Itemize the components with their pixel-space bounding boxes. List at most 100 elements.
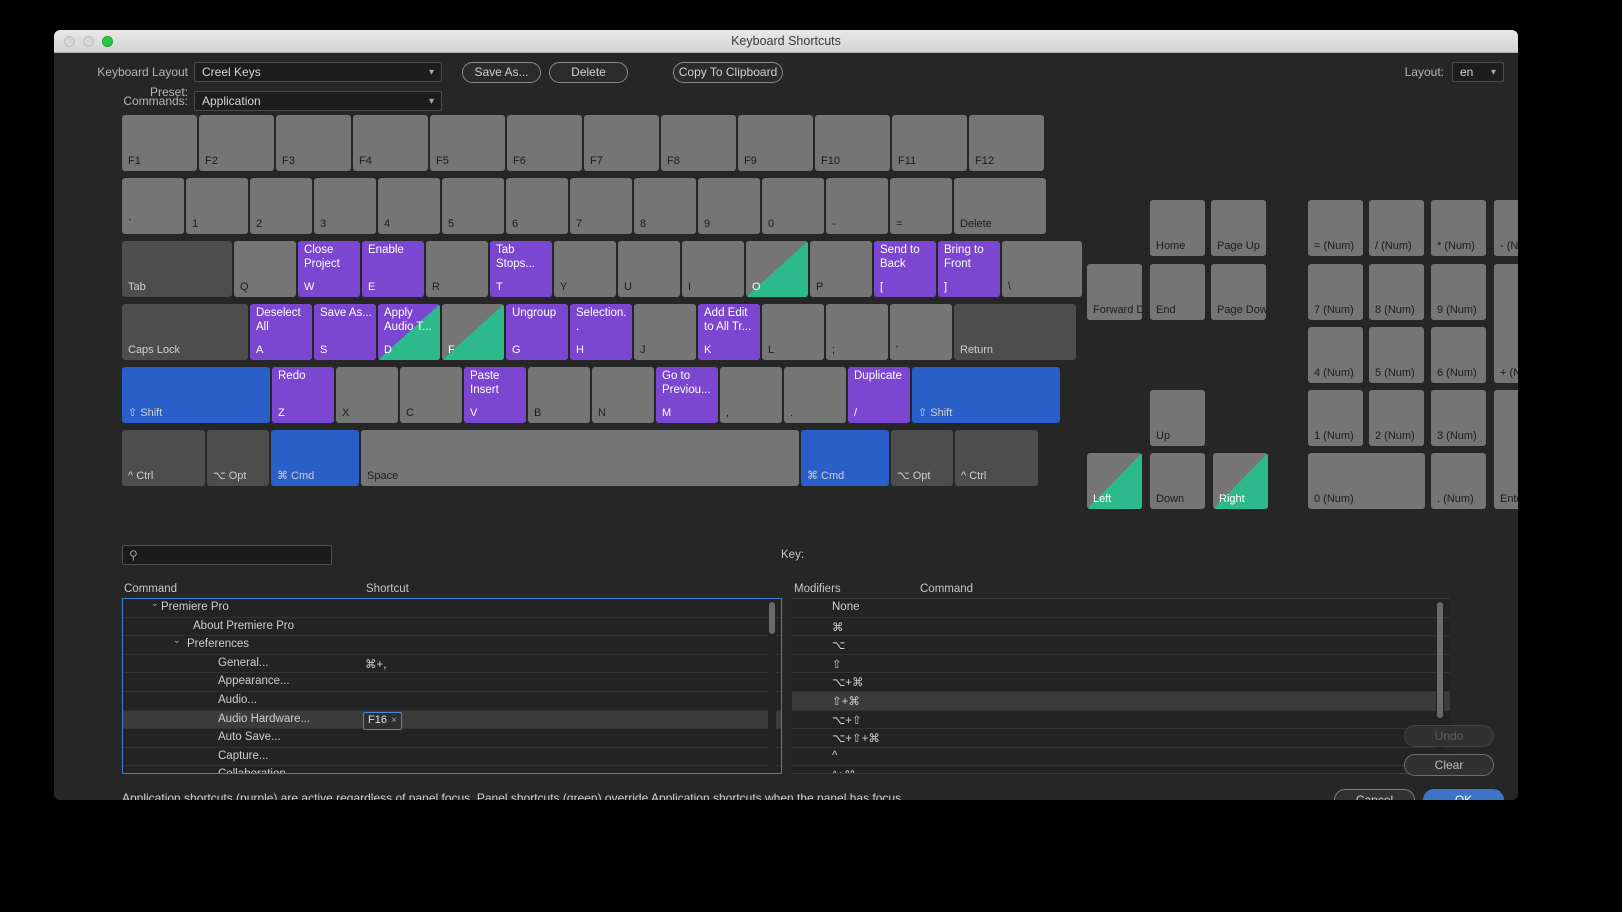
home-row-[interactable]: ; [826,304,888,360]
number-row-1[interactable]: 1 [186,178,248,234]
numpad-num[interactable]: = (Num) [1308,200,1363,256]
home-row-j[interactable]: J [634,304,696,360]
number-row-6[interactable]: 6 [506,178,568,234]
qwerty-row-t[interactable]: Tab Stops... T [490,241,552,297]
number-row-5[interactable]: 5 [442,178,504,234]
shift-row-v[interactable]: Paste Insert V [464,367,526,423]
close-icon[interactable]: × [391,715,397,726]
modifier-row[interactable]: ⌘ [792,618,1450,637]
numpad-9-num[interactable]: 9 (Num) [1431,264,1486,320]
number-row-8[interactable]: 8 [634,178,696,234]
qwerty-row-r[interactable]: R [426,241,488,297]
qwerty-row-w[interactable]: Close Project W [298,241,360,297]
command-row[interactable]: About Premiere Pro [123,618,781,637]
qwerty-row-e[interactable]: Enable E [362,241,424,297]
numpad-4-num[interactable]: 4 (Num) [1308,327,1363,383]
home-row-caps-lock[interactable]: Caps Lock [122,304,248,360]
nav-home[interactable]: Home [1150,200,1205,256]
modifier-row[interactable]: ⇧ [792,655,1450,674]
qwerty-row-i[interactable]: I [682,241,744,297]
scrollbar-thumb[interactable] [769,602,775,634]
modifier-row[interactable]: ⇧+⌘ [792,691,1450,711]
qwerty-row-[interactable]: Bring to Front] [938,241,1000,297]
shortcut-chip[interactable]: F16 × [363,711,402,730]
function-row-f7[interactable]: F7 [584,115,659,171]
command-list-scrollbar[interactable] [768,602,776,770]
qwerty-row-tab[interactable]: Tab [122,241,232,297]
numpad-num[interactable]: * (Num) [1431,200,1486,256]
nav-forward-delete[interactable]: Forward Delete [1087,264,1142,320]
number-row-[interactable]: = [890,178,952,234]
nav-right[interactable]: Right [1213,453,1268,509]
home-row-k[interactable]: Add Edit to All Tr... K [698,304,760,360]
numpad-num[interactable]: - (Num) [1494,200,1518,256]
home-row-a[interactable]: Deselect All A [250,304,312,360]
modifier-row[interactable]: ⌥+⇧ [792,711,1450,730]
modifier-row-cmd[interactable]: ⌘ Cmd [801,430,889,486]
command-row[interactable]: Appearance... [123,673,781,692]
number-row-7[interactable]: 7 [570,178,632,234]
home-row-s[interactable]: Save As... S [314,304,376,360]
shift-row-[interactable]: . [784,367,846,423]
function-row-f11[interactable]: F11 [892,115,967,171]
command-row[interactable]: Audio... [123,692,781,711]
function-row-f6[interactable]: F6 [507,115,582,171]
search-box[interactable]: ⚲ [122,545,332,565]
shift-row-m[interactable]: Go to Previou... M [656,367,718,423]
modifier-row-ctrl[interactable]: ^ Ctrl [955,430,1038,486]
command-row[interactable]: General... ⌘+, [123,655,781,674]
number-row-4[interactable]: 4 [378,178,440,234]
home-row-[interactable]: ' [890,304,952,360]
layout-select[interactable]: en ▾ [1452,62,1504,82]
modifier-row[interactable]: ⌥ [792,636,1450,655]
numpad-num[interactable]: / (Num) [1369,200,1424,256]
shift-row-c[interactable]: C [400,367,462,423]
modifier-row[interactable]: ^ [792,748,1450,767]
command-row[interactable]: ⌄ Preferences [123,635,781,655]
save-as-button[interactable]: Save As... [462,62,541,83]
function-row-f3[interactable]: F3 [276,115,351,171]
modifier-row[interactable]: ^+⌘ [792,766,1450,773]
home-row-f[interactable]: F [442,304,504,360]
shift-row-[interactable]: Duplicate / [848,367,910,423]
undo-button[interactable]: Undo [1404,725,1494,747]
qwerty-row-o[interactable]: O [746,241,808,297]
home-row-return[interactable]: Return [954,304,1076,360]
shift-row-n[interactable]: N [592,367,654,423]
function-row-f10[interactable]: F10 [815,115,890,171]
modifier-row-cmd[interactable]: ⌘ Cmd [271,430,359,486]
nav-end[interactable]: End [1150,264,1205,320]
command-row[interactable]: Auto Save... [123,729,781,748]
home-row-d[interactable]: Apply Audio T... D [378,304,440,360]
qwerty-row-[interactable]: Send to Back [ [874,241,936,297]
number-row-[interactable]: ` [122,178,184,234]
shift-row-[interactable]: , [720,367,782,423]
qwerty-row-[interactable]: \ [1002,241,1082,297]
copy-to-clipboard-button[interactable]: Copy To Clipboard [673,62,783,83]
function-row-f12[interactable]: F12 [969,115,1044,171]
number-row-[interactable]: - [826,178,888,234]
home-row-h[interactable]: Selection.. H [570,304,632,360]
modifier-row[interactable]: ⌥+⇧+⌘ [792,729,1450,748]
keyboard-layout-preset-select[interactable]: Creel Keys ▾ [194,62,442,82]
nav-down[interactable]: Down [1150,453,1205,509]
numpad-enter-num[interactable]: Enter (Num) [1494,390,1518,509]
scrollbar-thumb[interactable] [1437,602,1443,718]
modifier-row-space[interactable]: Space [361,430,799,486]
function-row-f1[interactable]: F1 [122,115,197,171]
shift-row-z[interactable]: Redo Z [272,367,334,423]
function-row-f4[interactable]: F4 [353,115,428,171]
numpad-1-num[interactable]: 1 (Num) [1308,390,1363,446]
search-input[interactable] [145,546,327,564]
numpad-8-num[interactable]: 8 (Num) [1369,264,1424,320]
modifier-list[interactable]: None ⌘ ⌥ ⇧ ⌥+⌘ ⇧+⌘ ⌥+⇧ ⌥+⇧+⌘ ^ ^+⌘ [792,598,1450,774]
command-row[interactable]: ⌄ Premiere Pro [123,599,781,618]
numpad-2-num[interactable]: 2 (Num) [1369,390,1424,446]
numpad-num[interactable]: + (Num) [1494,264,1518,383]
qwerty-row-y[interactable]: Y [554,241,616,297]
numpad-6-num[interactable]: 6 (Num) [1431,327,1486,383]
shift-row-b[interactable]: B [528,367,590,423]
shift-row-shift[interactable]: ⇧ Shift [122,367,270,423]
modifier-row-opt[interactable]: ⌥ Opt [207,430,269,486]
number-row-9[interactable]: 9 [698,178,760,234]
